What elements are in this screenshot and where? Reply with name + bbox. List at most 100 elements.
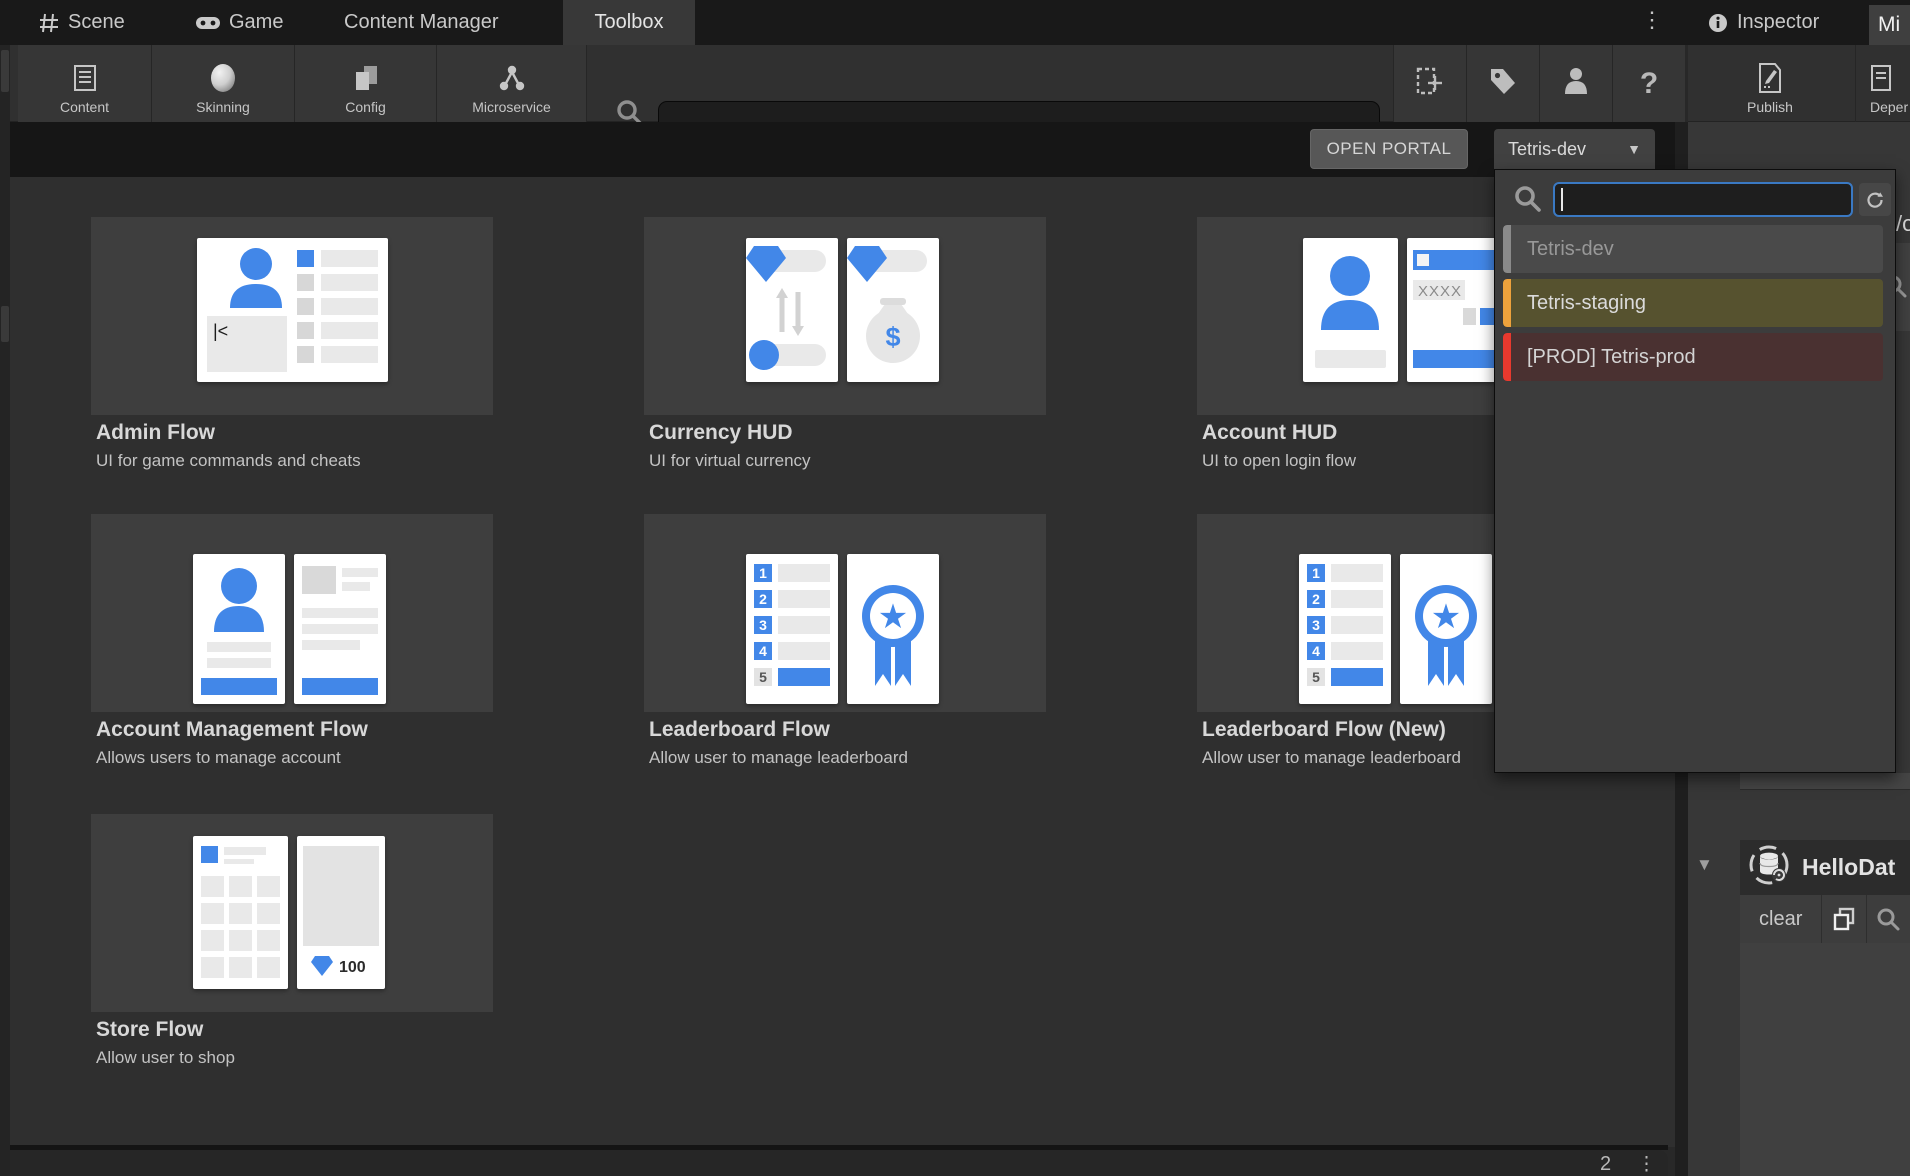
refresh-button[interactable] [1859, 183, 1891, 216]
publish-button-label: Publish [1747, 99, 1793, 115]
content-list-icon [74, 62, 96, 94]
footer-kebab-menu[interactable]: ⋮ [1637, 1153, 1656, 1176]
env-option-tetris-staging[interactable]: Tetris-staging [1503, 279, 1883, 327]
leaderboard-new-illustration-left: 1 2 3 4 5 [1299, 554, 1391, 704]
env-option-tetris-prod[interactable]: [PROD] Tetris-prod [1503, 333, 1883, 381]
category-content-label: Content [60, 99, 109, 115]
category-config[interactable]: Config [295, 45, 437, 122]
tab-game-label: Game [229, 11, 283, 34]
toolbox-footer-bar [10, 1150, 1668, 1176]
inspector-clipped-text: /o [1896, 211, 1910, 239]
publish-document-icon [1757, 62, 1783, 94]
page-indicator: 2 [1600, 1153, 1611, 1176]
price-label: 100 [339, 959, 366, 976]
dependencies-button[interactable]: Deper [1855, 45, 1910, 122]
clear-button[interactable]: clear [1740, 895, 1821, 943]
tab-scene[interactable]: Scene [25, 0, 139, 45]
card-title: Account HUD [1202, 421, 1337, 445]
tab-game[interactable]: Game [182, 0, 297, 45]
card-title: Account Management Flow [96, 718, 368, 742]
card-subtitle: UI to open login flow [1202, 451, 1356, 471]
tab-scene-label: Scene [68, 11, 125, 34]
env-option-label: Tetris-staging [1511, 292, 1646, 315]
editor-tab-strip: Scene Game Content Manager Toolbox ⋮ [0, 0, 1910, 45]
env-option-tetris-dev[interactable]: Tetris-dev [1503, 225, 1883, 273]
card-subtitle: Allow user to shop [96, 1048, 235, 1068]
dependencies-button-label: Deper [1870, 99, 1908, 115]
star-icon: ★ [878, 598, 908, 636]
database-component-icon [1747, 843, 1791, 892]
publish-button[interactable]: Publish [1688, 45, 1852, 122]
admin-flow-illustration: |< [197, 238, 388, 382]
help-button[interactable]: ? [1612, 45, 1685, 122]
tab-inspector-label: Inspector [1737, 11, 1819, 34]
category-microservice[interactable]: Microservice [437, 45, 587, 122]
masked-card-number: XXXX [1418, 283, 1462, 300]
toolbox-toolbar: Content Skinning Config [10, 45, 1675, 122]
rank-number: 5 [1312, 669, 1320, 685]
copy-button[interactable] [1822, 895, 1865, 943]
category-content[interactable]: Content [18, 45, 152, 122]
category-config-label: Config [345, 99, 385, 115]
dock-notch[interactable] [1, 50, 9, 92]
search-icon [1513, 184, 1543, 219]
component-header[interactable]: HelloDat [1740, 840, 1910, 895]
environment-dropdown-panel: Tetris-dev Tetris-staging [PROD] Tetris-… [1494, 169, 1896, 773]
rank-number: 5 [759, 669, 767, 685]
env-option-label: Tetris-dev [1511, 238, 1614, 261]
card-title: Store Flow [96, 1018, 203, 1042]
component-search-button[interactable] [1867, 895, 1910, 943]
question-icon: ? [1640, 67, 1658, 101]
environment-dropdown-button[interactable]: Tetris-dev ▼ [1494, 129, 1655, 169]
person-icon [1560, 65, 1592, 102]
tab-inspector[interactable]: Inspector [1694, 0, 1833, 45]
card-subtitle: UI for game commands and cheats [96, 451, 361, 471]
tab-content-manager-label: Content Manager [344, 11, 499, 34]
left-dock-edge [0, 45, 10, 1176]
frame-select-button[interactable] [1393, 45, 1466, 122]
account-hud-illustration-left [1303, 238, 1398, 382]
environment-search-input[interactable] [1553, 182, 1853, 217]
rank-number: 4 [759, 643, 767, 659]
disclosure-triangle-icon[interactable]: ▼ [1696, 855, 1713, 875]
card-currency-hud[interactable]: $ [644, 217, 1046, 415]
tab-toolbox[interactable]: Toolbox [563, 0, 695, 45]
card-admin-flow[interactable]: |< [91, 217, 493, 415]
rank-number: 4 [1312, 643, 1320, 659]
rank-number: 2 [759, 591, 767, 607]
card-leaderboard-flow[interactable]: 1 2 3 4 5 ★ [644, 514, 1046, 712]
tag-icon [1487, 65, 1519, 102]
sphere-icon [209, 62, 237, 94]
account-mgmt-illustration-right [294, 554, 386, 704]
store-illustration-left [193, 836, 288, 989]
store-illustration-right: 100 [297, 836, 385, 989]
tab-partial-right[interactable]: Mi [1869, 5, 1910, 45]
currency-hud-illustration-right: $ [847, 238, 939, 382]
component-body [1740, 943, 1910, 1176]
leaderboard-new-illustration-right: ★ [1400, 554, 1492, 704]
dock-notch[interactable] [1, 306, 9, 342]
leaderboard-illustration-left: 1 2 3 4 5 [746, 554, 838, 704]
env-status-bar [1503, 225, 1511, 273]
category-microservice-label: Microservice [472, 99, 551, 115]
card-title: Leaderboard Flow (New) [1202, 718, 1446, 742]
card-title: Leaderboard Flow [649, 718, 830, 742]
card-store-flow[interactable]: 100 [91, 814, 493, 1012]
terminal-prompt-label: |< [213, 321, 228, 341]
rank-number: 3 [1312, 617, 1320, 633]
network-icon [498, 62, 526, 94]
card-subtitle: Allows users to manage account [96, 748, 341, 768]
open-portal-button[interactable]: OPEN PORTAL [1310, 129, 1468, 169]
dependencies-icon [1870, 62, 1892, 94]
category-skinning[interactable]: Skinning [152, 45, 295, 122]
open-portal-label: OPEN PORTAL [1327, 139, 1452, 159]
rank-number: 1 [759, 565, 767, 581]
tag-button[interactable] [1466, 45, 1539, 122]
tab-content-manager[interactable]: Content Manager [330, 0, 513, 45]
rank-number: 1 [1312, 565, 1320, 581]
environment-selected-label: Tetris-dev [1508, 139, 1586, 160]
card-account-management-flow[interactable] [91, 514, 493, 712]
user-button[interactable] [1539, 45, 1612, 122]
toolbox-card-grid: |< Admin Flow UI for game commands and c… [10, 177, 1675, 1147]
toolbox-kebab-menu[interactable]: ⋮ [1641, 9, 1663, 31]
